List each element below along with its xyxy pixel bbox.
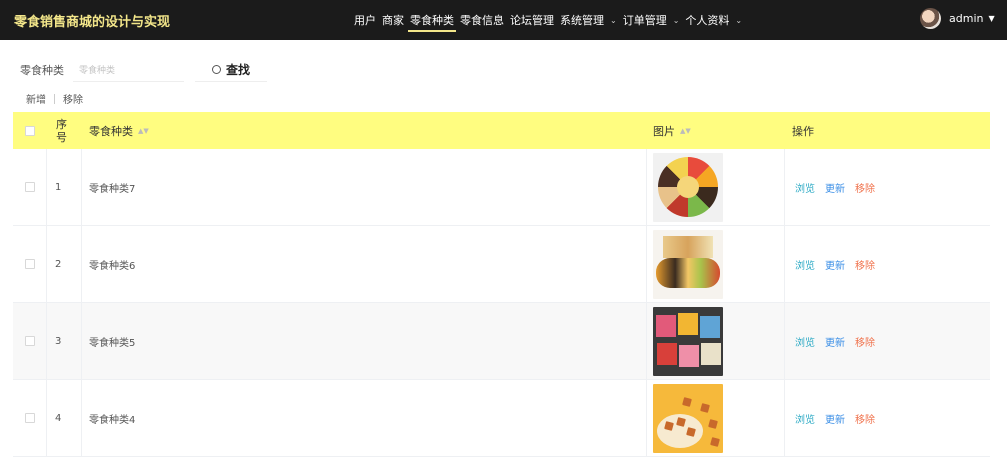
- nav-item-merchants[interactable]: 商家: [379, 0, 407, 40]
- chevron-down-icon: ⌄: [735, 15, 743, 25]
- header-index-label: 序号: [56, 117, 67, 144]
- header-image[interactable]: 图片 ▲▼: [647, 112, 785, 149]
- select-all-checkbox[interactable]: [25, 125, 35, 136]
- nav-item-profile[interactable]: 个人资料 ⌄: [682, 0, 745, 40]
- view-button[interactable]: 浏览: [795, 411, 815, 426]
- row-name: 零食种类5: [82, 303, 647, 379]
- nav-item-snack-category[interactable]: 零食种类: [407, 0, 457, 40]
- sort-icon[interactable]: ▲▼: [138, 127, 149, 135]
- row-checkbox[interactable]: [24, 182, 35, 192]
- caret-down-icon: ▼: [988, 14, 995, 23]
- snack-box-image: [653, 306, 723, 376]
- nav-item-snack-info[interactable]: 零食信息: [457, 0, 507, 40]
- data-table: 序号 零食种类 ▲▼ 图片 ▲▼ 操作 1 零食种类7 浏览 更新 移除 2 零食种…: [13, 112, 990, 457]
- edit-button[interactable]: 更新: [825, 180, 845, 195]
- nav-item-label: 商家: [382, 14, 404, 27]
- user-menu[interactable]: admin ▼: [920, 8, 995, 29]
- header-name-label: 零食种类: [89, 124, 133, 138]
- header-actions: 操作: [785, 112, 990, 149]
- divider: [54, 93, 55, 104]
- search-bar: 零食种类 查找: [20, 58, 267, 82]
- nav-item-forum[interactable]: 论坛管理: [507, 0, 557, 40]
- avatar: [920, 8, 941, 29]
- top-navbar: 零食销售商城的设计与实现 用户 商家 零食种类 零食信息 论坛管理 系统管理 ⌄ …: [0, 0, 1007, 40]
- search-input[interactable]: [73, 58, 184, 82]
- nav-item-orders[interactable]: 订单管理 ⌄: [620, 0, 683, 40]
- table-row: 1 零食种类7 浏览 更新 移除: [13, 149, 990, 226]
- row-index: 1: [47, 149, 82, 225]
- delete-button[interactable]: 移除: [855, 411, 875, 426]
- table-row: 3 零食种类5 浏览 更新 移除: [13, 303, 990, 380]
- view-button[interactable]: 浏览: [795, 334, 815, 349]
- app-title: 零食销售商城的设计与实现: [14, 15, 171, 30]
- sort-icon[interactable]: ▲▼: [680, 127, 691, 135]
- header-name[interactable]: 零食种类 ▲▼: [82, 112, 647, 149]
- main-nav: 用户 商家 零食种类 零食信息 论坛管理 系统管理 ⌄ 订单管理 ⌄ 个人资料 ⌄: [351, 0, 745, 40]
- nav-item-label: 论坛管理: [510, 14, 554, 27]
- chevron-down-icon: ⌄: [672, 15, 680, 25]
- row-index: 3: [47, 303, 82, 379]
- view-button[interactable]: 浏览: [795, 180, 815, 195]
- table-toolbar: 新增 移除: [26, 91, 83, 106]
- nav-item-label: 零食种类: [410, 14, 454, 27]
- edit-button[interactable]: 更新: [825, 334, 845, 349]
- search-button[interactable]: 查找: [195, 58, 267, 82]
- header-actions-label: 操作: [792, 124, 814, 138]
- table-header: 序号 零食种类 ▲▼ 图片 ▲▼ 操作: [13, 112, 990, 149]
- nav-item-system[interactable]: 系统管理 ⌄: [557, 0, 620, 40]
- remove-button[interactable]: 移除: [63, 91, 83, 106]
- header-image-label: 图片: [653, 124, 675, 138]
- header-index: 序号: [47, 112, 82, 149]
- table-row: 4 零食种类4 浏览 更新 移除: [13, 380, 990, 457]
- edit-button[interactable]: 更新: [825, 411, 845, 426]
- delete-button[interactable]: 移除: [855, 180, 875, 195]
- row-name: 零食种类4: [82, 380, 647, 456]
- row-checkbox[interactable]: [24, 336, 35, 346]
- search-button-label: 查找: [225, 63, 250, 77]
- row-index: 4: [47, 380, 82, 456]
- chevron-down-icon: ⌄: [610, 15, 617, 25]
- table-row: 2 零食种类6 浏览 更新 移除: [13, 226, 990, 303]
- row-name: 零食种类6: [82, 226, 647, 302]
- search-icon: [211, 65, 221, 74]
- row-index: 2: [47, 226, 82, 302]
- biscuit-plate-image: [653, 383, 723, 453]
- snack-platter-image: [653, 152, 723, 222]
- nav-item-users[interactable]: 用户: [351, 0, 379, 40]
- delete-button[interactable]: 移除: [855, 334, 875, 349]
- snack-assortment-image: [653, 229, 723, 299]
- nav-item-label: 零食信息: [460, 14, 504, 27]
- nav-item-label: 个人资料: [685, 14, 730, 27]
- nav-item-label: 订单管理: [622, 14, 667, 27]
- search-label: 零食种类: [20, 64, 64, 77]
- add-button[interactable]: 新增: [26, 91, 46, 106]
- row-name: 零食种类7: [82, 149, 647, 225]
- nav-item-label: 用户: [354, 14, 376, 27]
- username: admin: [949, 12, 984, 25]
- nav-item-label: 系统管理: [560, 14, 604, 27]
- edit-button[interactable]: 更新: [825, 257, 845, 272]
- row-checkbox[interactable]: [24, 413, 35, 423]
- row-checkbox[interactable]: [24, 259, 35, 269]
- view-button[interactable]: 浏览: [795, 257, 815, 272]
- delete-button[interactable]: 移除: [855, 257, 875, 272]
